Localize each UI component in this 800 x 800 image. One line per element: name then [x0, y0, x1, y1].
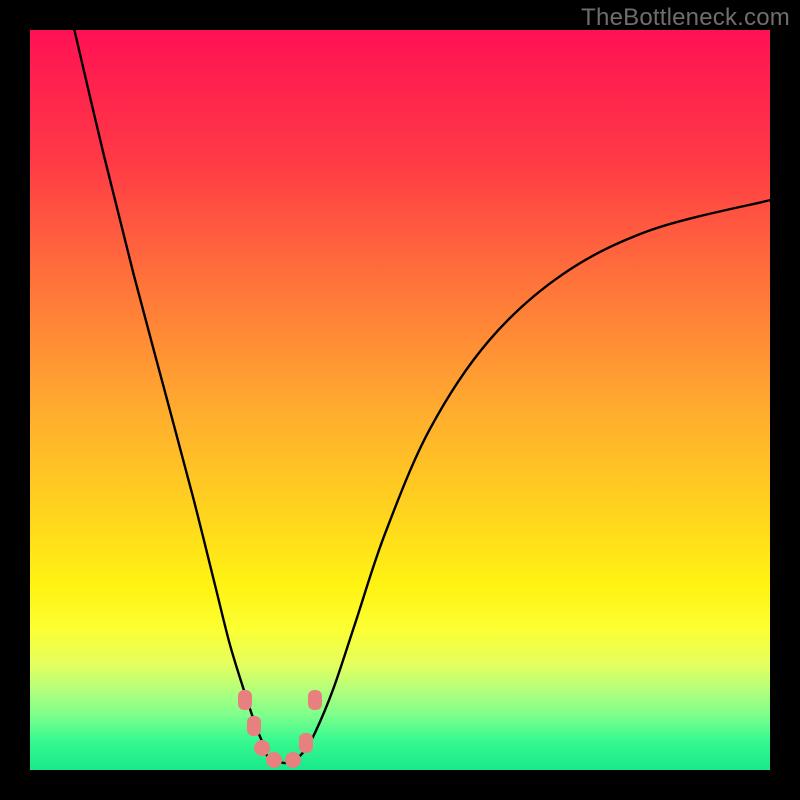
- bottleneck-curve: [30, 30, 770, 770]
- chart-frame: [30, 30, 770, 770]
- valley-marker: [308, 690, 322, 710]
- valley-marker: [238, 690, 252, 710]
- valley-marker: [285, 752, 301, 768]
- valley-marker: [266, 752, 282, 768]
- watermark-text: TheBottleneck.com: [581, 4, 790, 32]
- valley-marker: [299, 733, 313, 753]
- valley-marker: [247, 716, 261, 736]
- valley-marker: [254, 740, 270, 756]
